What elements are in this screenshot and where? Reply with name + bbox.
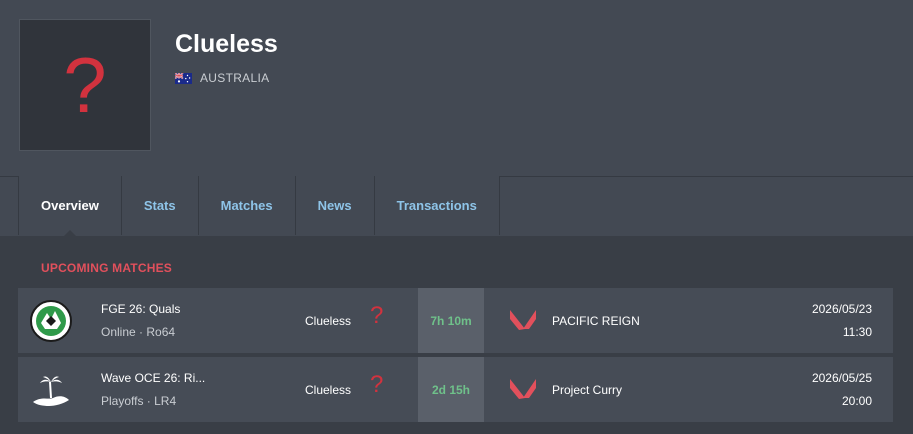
tab-matches[interactable]: Matches (197, 176, 295, 235)
team-header: ? Clueless AUSTRALIA (0, 0, 913, 176)
match-countdown: 2d 15h (418, 357, 484, 422)
match-time: 20:00 (841, 394, 872, 408)
question-mark-icon: ? (63, 41, 107, 129)
tab-transactions[interactable]: Transactions (373, 176, 500, 235)
team1-name: Clueless (305, 314, 352, 328)
upcoming-matches-title: UPCOMING MATCHES (41, 261, 172, 275)
question-mark-icon: ? (370, 302, 384, 329)
match-date: 2026/05/23 (811, 302, 872, 316)
event-name: Wave OCE 26: Ri... (101, 371, 206, 385)
tab-stats[interactable]: Stats (120, 176, 198, 235)
valorant-logo-icon (510, 379, 536, 399)
fge-event-logo-svg (30, 300, 72, 342)
australia-flag-icon (175, 72, 192, 84)
fge-event-logo-icon (28, 298, 74, 344)
tab-overview[interactable]: Overview (18, 176, 121, 236)
event-stage: Online · Ro64 (101, 325, 176, 339)
question-mark-icon: ? (370, 371, 384, 398)
country-name: AUSTRALIA (200, 71, 270, 85)
wave-oce-event-logo-svg (33, 376, 69, 406)
team2-name: PACIFIC REIGN (552, 314, 640, 328)
team2-name: Project Curry (552, 383, 623, 397)
match-time: 11:30 (842, 325, 872, 339)
valorant-logo-icon (510, 310, 536, 330)
tab-bar: Overview Stats Matches News Transactions (18, 176, 500, 236)
event-stage: Playoffs · LR4 (101, 394, 177, 408)
match-row[interactable]: Wave OCE 26: Ri... Playoffs · LR4 Cluele… (18, 357, 893, 422)
match-countdown: 7h 10m (418, 288, 484, 353)
team-name: Clueless (175, 30, 278, 58)
team1-name: Clueless (305, 383, 352, 397)
team-country: AUSTRALIA (175, 71, 269, 85)
team-logo: ? (19, 19, 151, 151)
wave-oce-event-logo-icon (28, 367, 74, 413)
tab-news[interactable]: News (294, 176, 374, 235)
match-date: 2026/05/25 (811, 371, 872, 385)
event-name: FGE 26: Quals (101, 302, 181, 316)
match-row[interactable]: FGE 26: Quals Online · Ro64 Clueless ? 7… (18, 288, 893, 353)
